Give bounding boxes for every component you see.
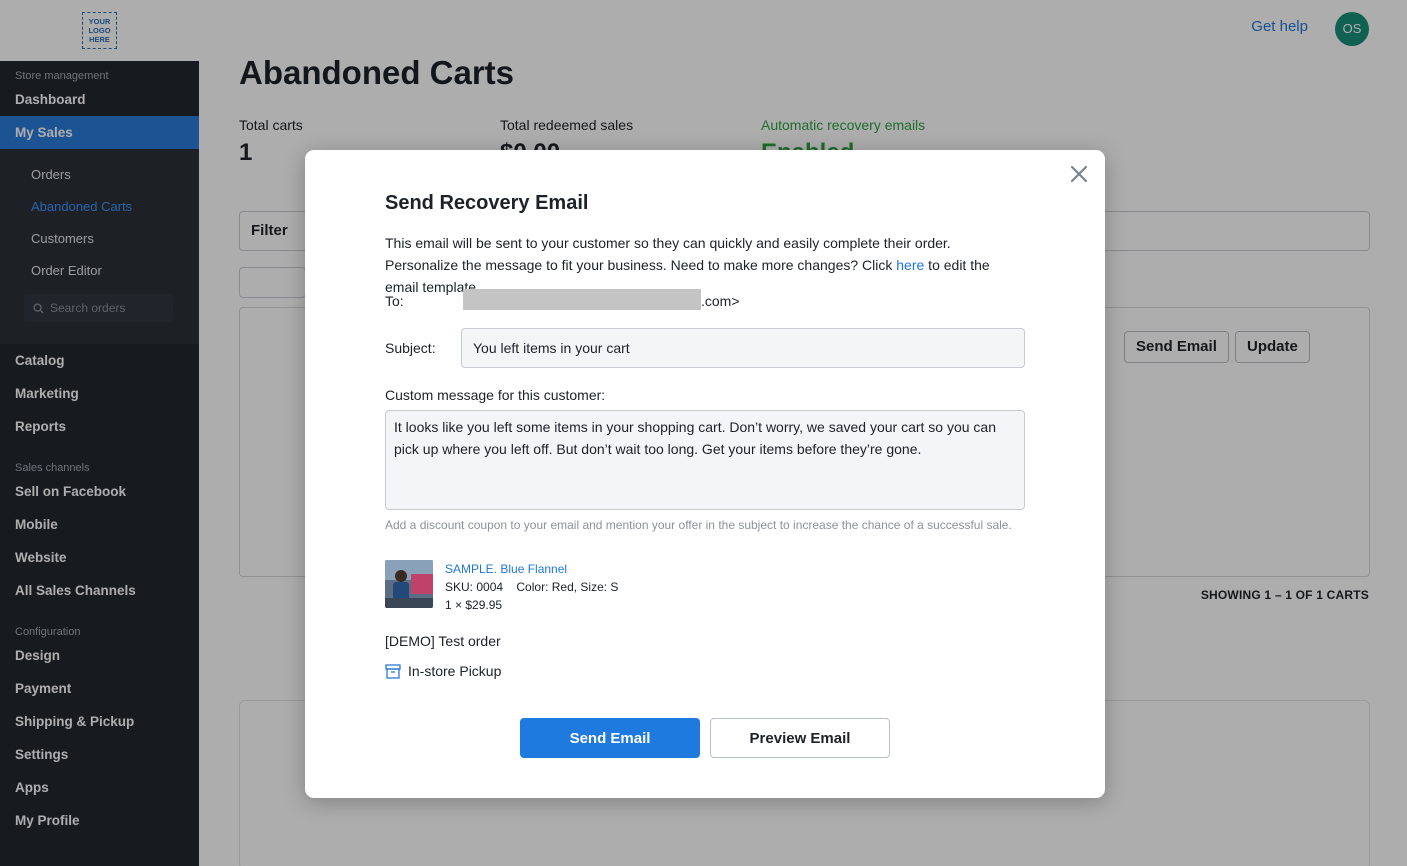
- product-qty-price: 1 × $29.95: [445, 598, 503, 612]
- message-label: Custom message for this customer:: [385, 387, 606, 403]
- product-sku: SKU: 0004: [445, 580, 504, 594]
- product-sku-options: SKU: 0004 Color: Red, Size: S: [445, 580, 618, 594]
- coupon-hint: Add a discount coupon to your email and …: [385, 518, 1012, 532]
- pickup-label: In-store Pickup: [408, 663, 502, 679]
- to-email-suffix: .com>: [701, 293, 740, 309]
- subject-label: Subject:: [385, 340, 436, 356]
- product-name-link[interactable]: SAMPLE. Blue Flannel: [445, 562, 567, 576]
- redacted-email: [463, 289, 701, 310]
- send-email-button[interactable]: Send Email: [520, 718, 700, 758]
- preview-email-button[interactable]: Preview Email: [710, 718, 890, 758]
- modal-title: Send Recovery Email: [385, 192, 589, 214]
- send-recovery-email-modal: Send Recovery Email This email will be s…: [305, 150, 1105, 798]
- custom-message-textarea[interactable]: It looks like you left some items in you…: [385, 410, 1025, 510]
- pickup-method: In-store Pickup: [385, 663, 501, 679]
- store-box-icon: [385, 663, 401, 679]
- product-options: Color: Red, Size: S: [516, 580, 619, 594]
- to-label: To:: [385, 293, 404, 309]
- desc-text-before: This email will be sent to your customer…: [385, 235, 951, 273]
- close-icon[interactable]: [1067, 162, 1091, 186]
- edit-template-link[interactable]: here: [896, 257, 924, 273]
- order-name: [DEMO] Test order: [385, 633, 501, 649]
- subject-input[interactable]: [461, 328, 1025, 368]
- product-thumbnail: [385, 560, 433, 608]
